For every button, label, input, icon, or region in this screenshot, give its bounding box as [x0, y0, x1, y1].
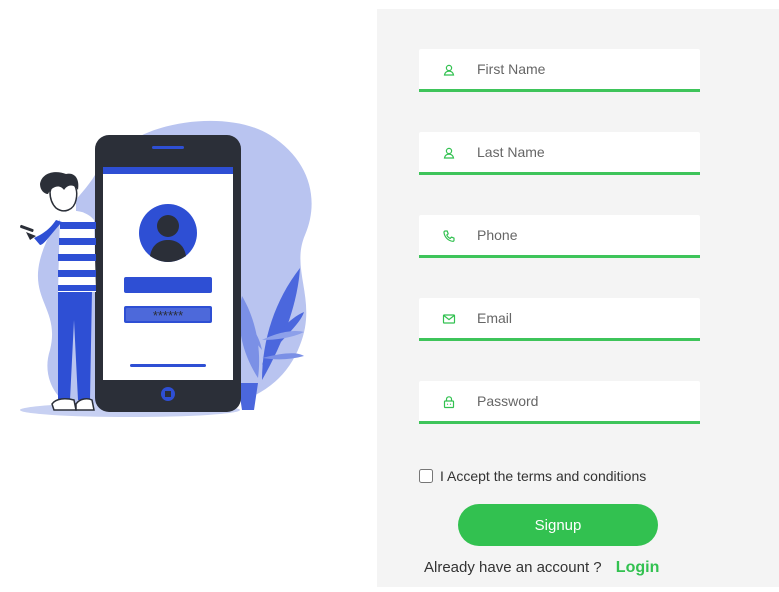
first-name-input[interactable]	[477, 49, 692, 89]
password-field-container[interactable]	[419, 381, 700, 424]
terms-checkbox[interactable]	[419, 469, 433, 483]
envelope-icon	[442, 314, 456, 324]
last-name-field-container[interactable]	[419, 132, 700, 175]
signup-form-panel: I Accept the terms and conditions Signup…	[377, 9, 779, 587]
email-input[interactable]	[477, 298, 692, 338]
user-icon	[443, 64, 455, 76]
last-name-input[interactable]	[477, 132, 692, 172]
person-with-phone-illustration: ******	[20, 120, 312, 417]
password-input[interactable]	[477, 381, 692, 421]
password-dots: ******	[153, 308, 183, 323]
signup-illustration: ******	[0, 0, 377, 587]
email-field-container[interactable]	[419, 298, 700, 341]
login-link[interactable]: Login	[616, 559, 660, 576]
terms-checkbox-row[interactable]: I Accept the terms and conditions	[419, 468, 646, 484]
user-icon	[443, 147, 455, 159]
login-prompt: Already have an account ? Login	[424, 559, 659, 577]
phone-icon	[443, 230, 455, 242]
signup-button[interactable]: Signup	[458, 504, 658, 546]
first-name-field-container[interactable]	[419, 49, 700, 92]
terms-label: I Accept the terms and conditions	[440, 468, 647, 484]
lock-icon	[443, 396, 455, 409]
already-have-account-text: Already have an account ?	[424, 559, 602, 576]
phone-field-container[interactable]	[419, 215, 700, 258]
phone-input[interactable]	[477, 215, 692, 255]
